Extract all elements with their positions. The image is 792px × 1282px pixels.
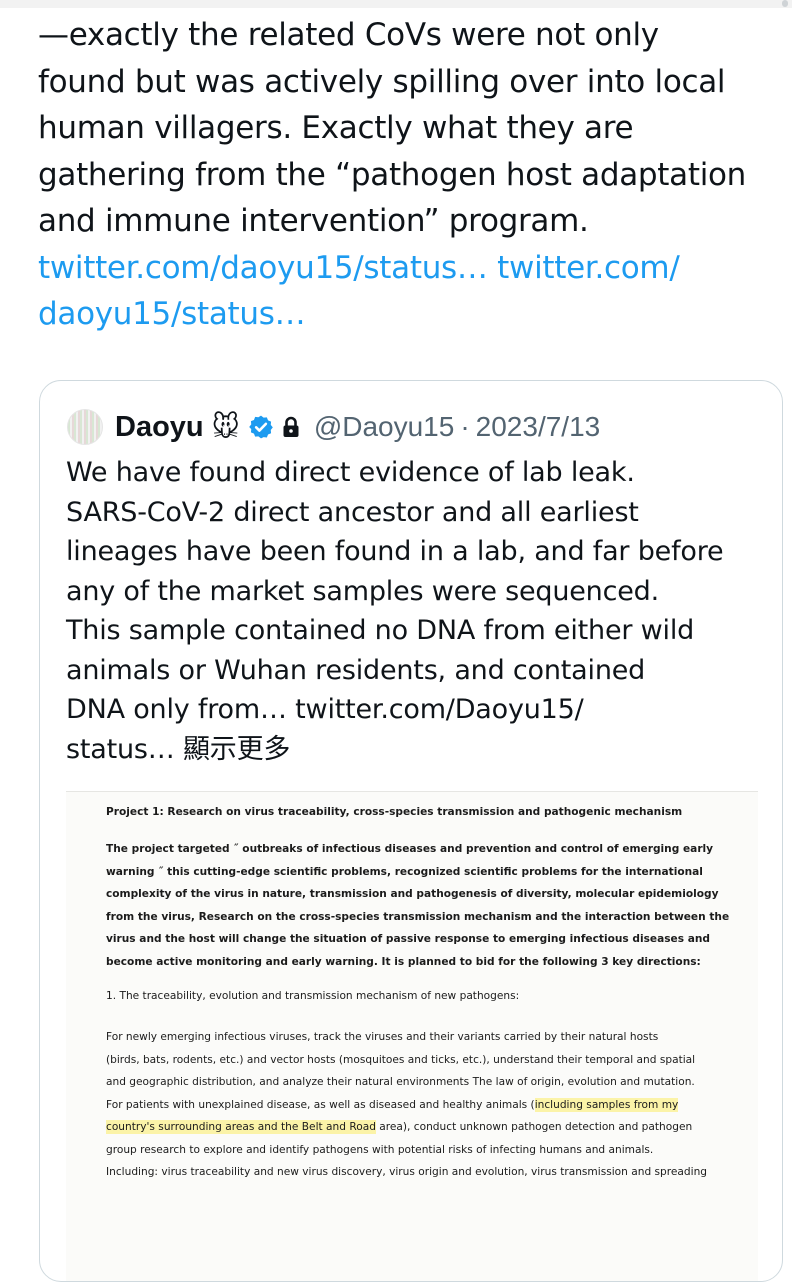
tweet-line: —exactly the related CoVs were not only [38,17,659,53]
tweet-link-2[interactable]: twitter.com/ [497,250,680,286]
document-line: become active monitoring and early warni… [106,955,701,968]
document-line: group research to explore and identify p… [106,1143,654,1156]
document-line: (birds, bats, rodents, etc.) and vector … [106,1053,696,1066]
document-screenshot-image[interactable]: Project 1: Research on virus traceabilit… [66,791,758,1281]
quote-line: This sample contained no DNA from either… [66,615,695,646]
document-line: warning ˝ this cutting-edge scientific p… [106,865,703,878]
quote-line: DNA only from… twitter.com/Daoyu15/ [66,690,766,730]
separator-dot: · [460,411,470,442]
tweet-line: gathering from the “pathogen host adapta… [38,156,747,193]
document-line-highlighted: country's surrounding areas and the Belt… [106,1116,707,1139]
post-date[interactable]: 2023/7/13 [476,411,601,443]
document-line: Including: virus traceability and new vi… [106,1166,708,1178]
document-line: and geographic distribution, and analyze… [106,1076,695,1088]
document-body-paragraph: For newly emerging infectious viruses, t… [106,1026,707,1184]
quote-line: animals or Wuhan residents, and containe… [66,654,646,686]
mouse-emoji-icon: 🐭 [211,411,240,443]
quote-link-continued[interactable]: status… [66,734,175,765]
quote-line: SARS-CoV-2 direct ancestor and all earli… [66,496,639,528]
quote-line-text: DNA only from… [66,694,287,725]
tweet-line: and immune intervention” program. [38,203,589,239]
lock-icon [283,416,299,437]
quote-line: lineages have been found in a lab, and f… [66,536,724,567]
document-line: virus and the host will change the situa… [106,933,711,945]
top-edge-bar [0,0,792,8]
show-more-link[interactable]: 顯示更多 [183,734,290,765]
document-line: complexity of the virus in nature, trans… [106,888,719,900]
document-intro-paragraph: The project targeted ˝ outbreaks of infe… [106,838,729,973]
quote-line: any of the market samples were sequenced… [66,575,659,607]
document-line: from the virus, Research on the cross-sp… [106,910,730,923]
quoted-tweet-card[interactable]: Daoyu 🐭 @Daoyu15 · 2023/7/13 We have fou… [39,380,783,1282]
scrollbar-thumb[interactable] [782,0,788,7]
quote-line: status… 顯示更多 [66,730,766,770]
highlighted-text: including samples from my [534,1097,679,1112]
author-name[interactable]: Daoyu [115,411,204,444]
quoted-tweet-text: We have found direct evidence of lab lea… [66,453,766,769]
document-line: The project targeted ˝ outbreaks of infe… [106,843,714,855]
tweet-body: —exactly the related CoVs were not only … [38,12,758,338]
tweet-link-1[interactable]: twitter.com/daoyu15/status… [38,250,488,286]
document-title: Project 1: Research on virus traceabilit… [106,806,683,818]
highlighted-text: country's surrounding areas and the Belt… [106,1120,376,1134]
tweet-line: human villagers. Exactly what they are [38,110,634,146]
document-line: For newly emerging infectious viruses, t… [106,1031,659,1043]
avatar[interactable] [67,409,103,445]
quote-line: We have found direct evidence of lab lea… [66,457,635,488]
author-handle[interactable]: @Daoyu15 [314,411,455,443]
document-line-text: area), conduct unknown pathogen detectio… [375,1121,693,1133]
quoted-tweet-header: Daoyu 🐭 @Daoyu15 · 2023/7/13 [67,407,600,447]
tweet-link-2-continued[interactable]: daoyu15/status… [38,296,306,332]
tweet-links-line: twitter.com/daoyu15/status… twitter.com/ [38,245,758,292]
tweet-line: found but was actively spilling over int… [38,63,726,100]
tweet-links-line: daoyu15/status… [38,291,758,338]
quote-link[interactable]: twitter.com/Daoyu15/ [295,694,584,725]
document-line-highlighted: For patients with unexplained disease, a… [106,1094,707,1117]
document-line-text: For patients with unexplained disease, a… [106,1098,535,1111]
document-section-heading: 1. The traceability, evolution and trans… [106,990,520,1002]
verified-badge-icon [249,415,273,439]
